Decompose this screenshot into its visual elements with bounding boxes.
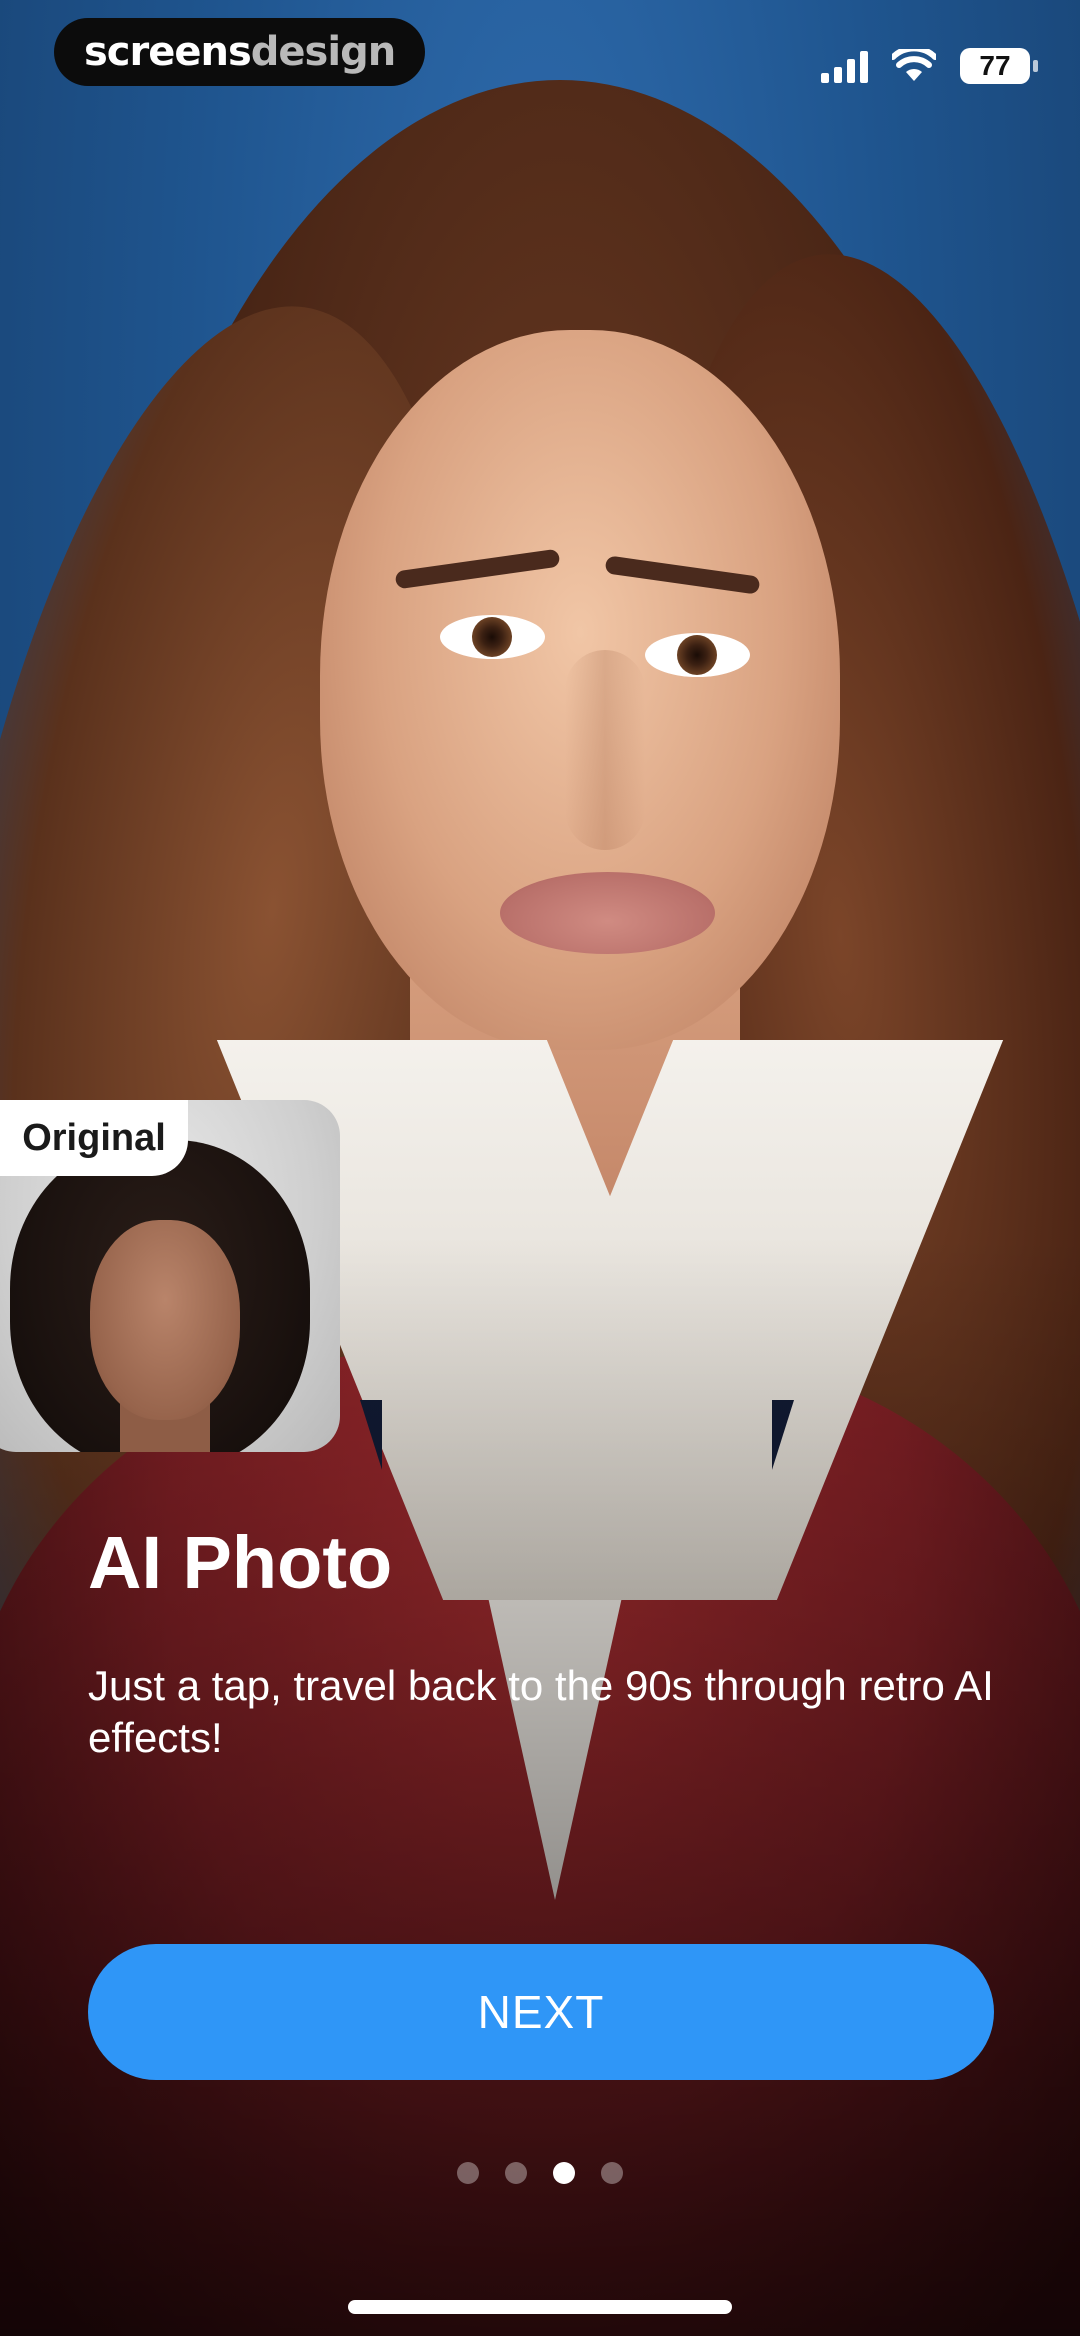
page-dot-1[interactable] <box>457 2162 479 2184</box>
battery-level: 77 <box>979 50 1011 81</box>
original-label: Original <box>0 1100 188 1176</box>
brand-primary-text: screens <box>84 29 252 75</box>
next-button[interactable]: NEXT <box>88 1944 994 2080</box>
brand-secondary-text: design <box>250 29 396 75</box>
page-dot-2[interactable] <box>505 2162 527 2184</box>
page-dot-3-active[interactable] <box>553 2162 575 2184</box>
page-indicator <box>0 2162 1080 2184</box>
wifi-icon <box>892 49 936 81</box>
status-bar: 77 <box>821 48 1038 84</box>
page-subtitle: Just a tap, travel back to the 90s throu… <box>88 1662 994 1761</box>
home-indicator[interactable] <box>348 2300 732 2314</box>
page-dot-4[interactable] <box>601 2162 623 2184</box>
screensdesign-watermark: screens design <box>54 18 426 86</box>
battery-icon: 77 <box>960 48 1038 84</box>
cellular-signal-icon <box>821 49 868 83</box>
page-title: AI Photo <box>88 1521 393 1604</box>
onboarding-screen: screens design 77 Original AI Photo Just … <box>0 0 1080 2336</box>
